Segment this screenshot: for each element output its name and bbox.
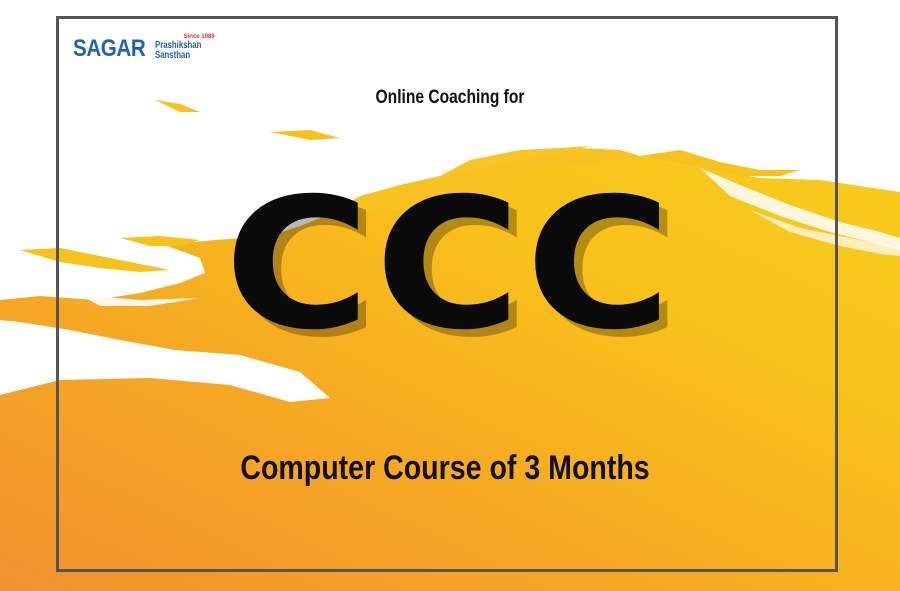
course-subtitle: Computer Course of 3 Months [240,449,650,487]
logo-line-2: Sansthan [155,50,191,61]
paint-streak [155,100,200,112]
promo-banner: SAGAR Since 1989 Prashikshan Sansthan On… [0,0,900,591]
brand-logo: SAGAR Since 1989 Prashikshan Sansthan [73,27,215,61]
logo-subtext: Since 1989 Prashikshan Sansthan [155,34,214,61]
logo-wordmark: SAGAR [73,35,146,62]
course-title: CCC [224,159,676,370]
intro-heading: Online Coaching for [375,87,525,108]
paint-streak [270,130,340,140]
